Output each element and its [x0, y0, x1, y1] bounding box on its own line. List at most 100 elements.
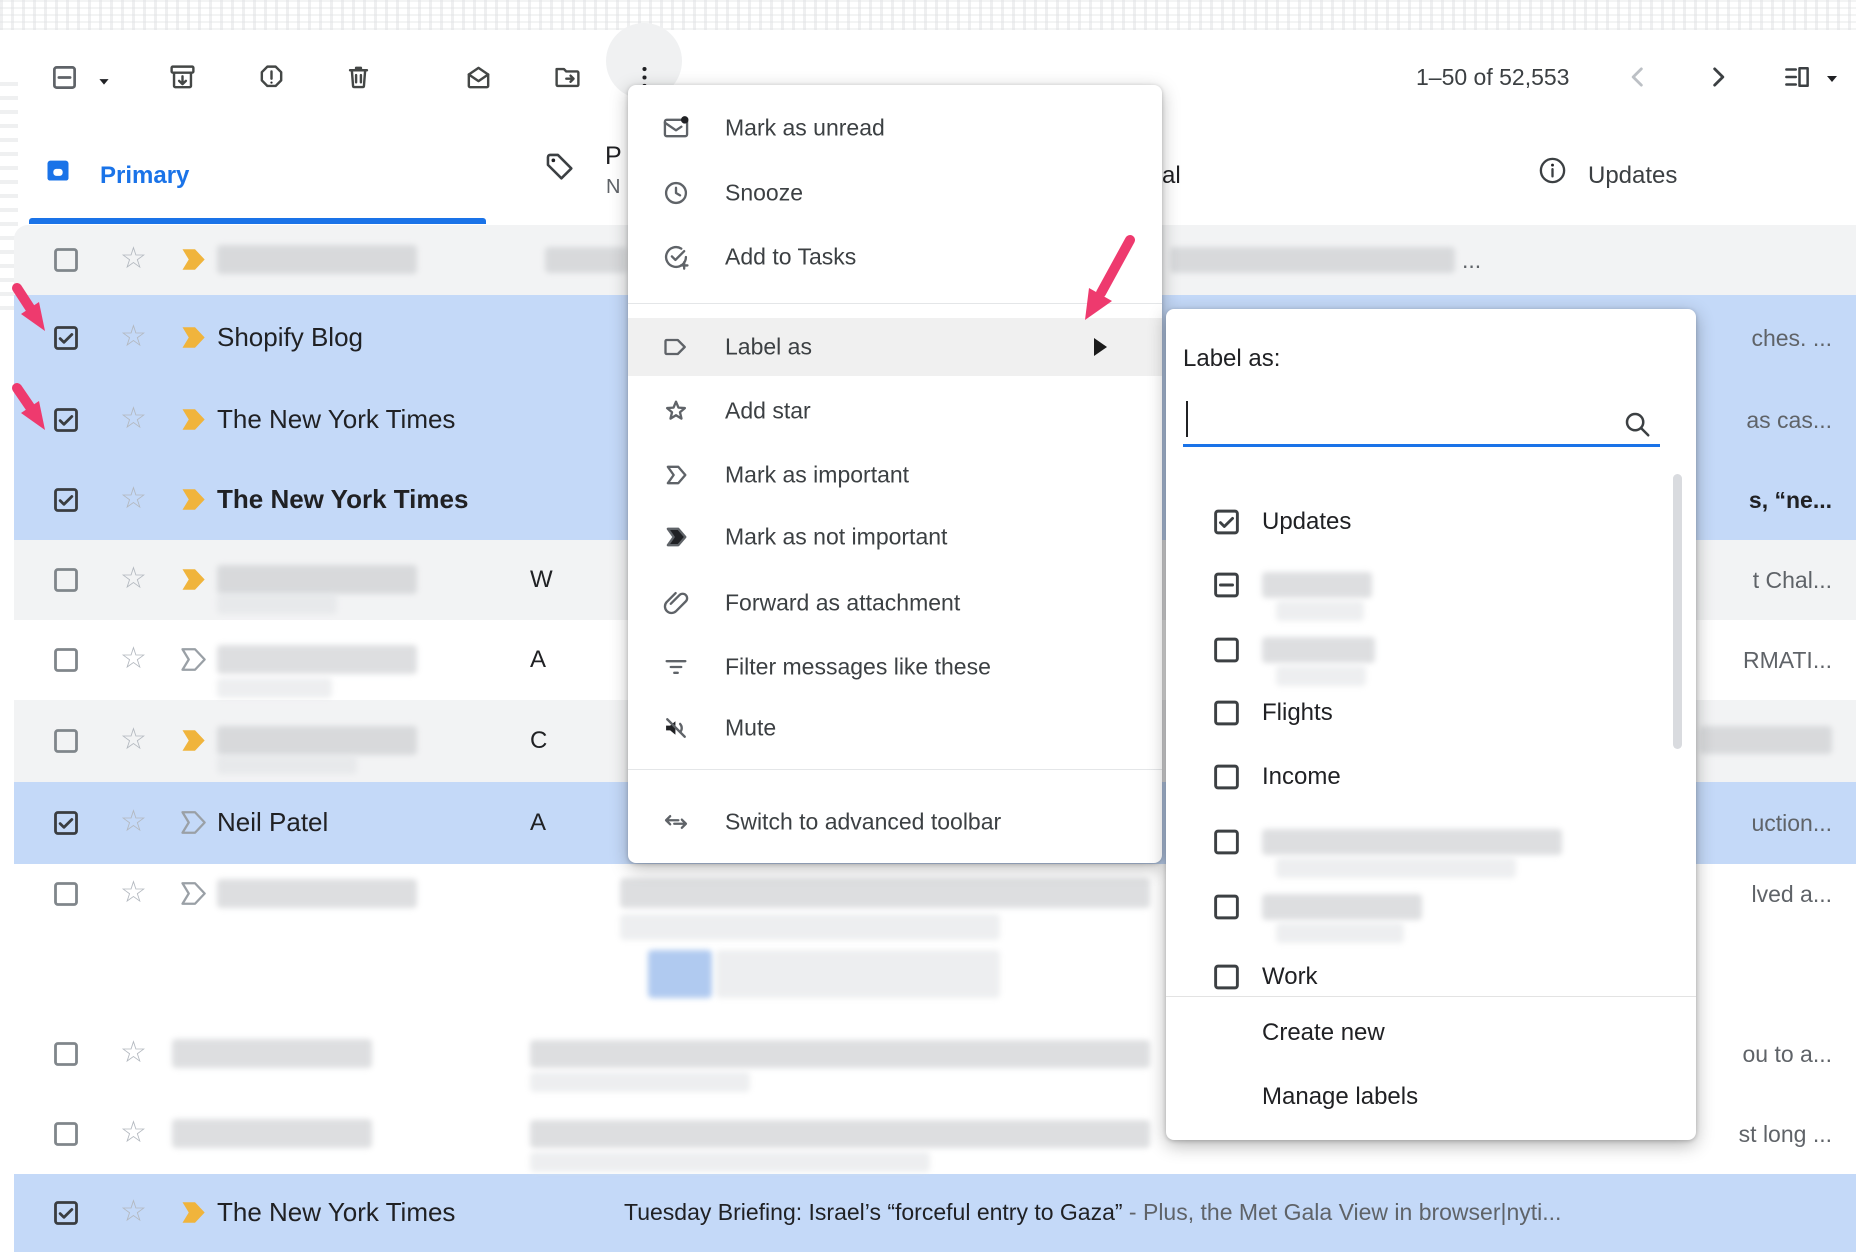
label-option-income[interactable]: Income: [1166, 757, 1696, 797]
star-icon[interactable]: ☆: [120, 1038, 147, 1068]
label-search-input[interactable]: [1183, 444, 1660, 447]
row-checkbox[interactable]: [52, 809, 80, 837]
sender-name: The New York Times: [217, 404, 455, 435]
star-icon[interactable]: ☆: [120, 1197, 147, 1227]
redacted-label-line2: [1276, 666, 1366, 686]
star-icon[interactable]: ☆: [120, 564, 147, 594]
row-checkbox[interactable]: [52, 324, 80, 352]
manage-labels-button[interactable]: Manage labels: [1262, 1083, 1418, 1111]
row-checkbox[interactable]: [52, 246, 80, 274]
label-checkbox[interactable]: [1212, 828, 1241, 857]
menu-item-snooze[interactable]: Snooze: [628, 164, 1162, 222]
menu-item-mark-as-unread[interactable]: Mark as unread: [628, 99, 1162, 157]
menu-item-forward-as-attachment[interactable]: Forward as attachment: [628, 574, 1162, 632]
row-checkbox[interactable]: [52, 880, 80, 908]
star-icon[interactable]: ☆: [120, 404, 147, 434]
star-icon[interactable]: ☆: [120, 322, 147, 352]
row-checkbox[interactable]: [52, 566, 80, 594]
star-icon[interactable]: ☆: [120, 484, 147, 514]
star-icon[interactable]: ☆: [120, 725, 147, 755]
star-icon[interactable]: ☆: [120, 244, 147, 274]
gmail-window: 1–50 of 52,553 PrimaryPNalUpdates ☆...☆S…: [0, 0, 1856, 1252]
label-checkbox[interactable]: [1212, 763, 1241, 792]
importance-marker[interactable]: [180, 407, 210, 432]
menu-item-add-star[interactable]: Add star: [628, 382, 1162, 440]
importance-marker[interactable]: [180, 647, 210, 672]
menu-item-mute[interactable]: Mute: [628, 699, 1162, 757]
redacted-text: [217, 678, 332, 698]
importance-marker[interactable]: [180, 1200, 210, 1225]
importance-marker[interactable]: [180, 325, 210, 350]
important-outline-icon: [662, 461, 690, 489]
label-checkbox[interactable]: [1212, 963, 1241, 992]
importance-marker[interactable]: [180, 810, 210, 835]
menu-item-mark-as-not-important[interactable]: Mark as not important: [628, 508, 1162, 566]
snippet-ellipsis: ...: [1462, 247, 1481, 274]
row-checkbox[interactable]: [52, 1040, 80, 1068]
email-row[interactable]: ☆The New York TimesTuesday Briefing: Isr…: [14, 1174, 1856, 1252]
menu-item-label: Snooze: [725, 180, 803, 207]
star-icon[interactable]: ☆: [120, 807, 147, 837]
redacted-text: [530, 1072, 750, 1092]
menu-item-mark-as-important[interactable]: Mark as important: [628, 446, 1162, 504]
label-name: Income: [1262, 763, 1341, 791]
redacted-text: [620, 878, 1150, 908]
more-options-menu: Mark as unread Snooze Add to Tasks Label as…: [628, 85, 1162, 863]
label-checkbox[interactable]: [1212, 893, 1241, 922]
redacted-label-line2: [1276, 858, 1516, 878]
label-option[interactable]: [1166, 630, 1696, 670]
row-checkbox[interactable]: [52, 727, 80, 755]
redacted-text: [620, 914, 1000, 940]
star-icon[interactable]: ☆: [120, 644, 147, 674]
row-checkbox[interactable]: [52, 1120, 80, 1148]
importance-marker[interactable]: [180, 567, 210, 592]
importance-marker[interactable]: [180, 728, 210, 753]
row-checkbox[interactable]: [52, 486, 80, 514]
sender-name: The New York Times: [217, 1197, 455, 1228]
label-option[interactable]: [1166, 887, 1696, 927]
label-checkbox[interactable]: [1212, 699, 1241, 728]
redacted-text: [1700, 726, 1832, 754]
row-checkbox[interactable]: [52, 1199, 80, 1227]
redacted-text: [648, 950, 712, 998]
subject-fragment: A: [530, 809, 546, 837]
label-option[interactable]: [1166, 565, 1696, 605]
label-as-title: Label as:: [1183, 345, 1280, 373]
sender-name: Shopify Blog: [217, 322, 363, 353]
menu-item-switch-to-advanced-toolbar[interactable]: Switch to advanced toolbar: [628, 793, 1162, 851]
snippet-fragment: ches. ...: [1751, 325, 1832, 352]
menu-item-label: Mute: [725, 715, 776, 742]
label-checkbox[interactable]: [1212, 508, 1241, 537]
menu-item-label: Mark as unread: [725, 115, 885, 142]
search-text-caret: [1186, 401, 1188, 437]
star-icon[interactable]: ☆: [120, 878, 147, 908]
label-name: Updates: [1262, 508, 1351, 536]
menu-item-label-as[interactable]: Label as: [628, 318, 1162, 376]
label-option-updates[interactable]: Updates: [1166, 502, 1696, 542]
filter-icon: [662, 653, 690, 681]
redacted-label-line2: [1276, 923, 1404, 943]
label-option[interactable]: [1166, 822, 1696, 862]
row-checkbox[interactable]: [52, 406, 80, 434]
menu-item-add-to-tasks[interactable]: Add to Tasks: [628, 228, 1162, 286]
redacted-label: [1262, 637, 1375, 663]
importance-marker[interactable]: [180, 487, 210, 512]
label-option-work[interactable]: Work: [1166, 957, 1696, 997]
redacted-sender: [172, 1039, 372, 1068]
star-icon[interactable]: ☆: [120, 1118, 147, 1148]
snippet-fragment: s, “ne...: [1749, 487, 1832, 514]
menu-item-label: Add to Tasks: [725, 244, 856, 271]
important-filled-icon: [662, 523, 690, 551]
menu-item-label: Forward as attachment: [725, 590, 960, 617]
label-checkbox[interactable]: [1212, 636, 1241, 665]
sender-name: Neil Patel: [217, 807, 328, 838]
redacted-text: [217, 756, 357, 774]
importance-marker[interactable]: [180, 881, 210, 906]
row-checkbox[interactable]: [52, 646, 80, 674]
label-checkbox[interactable]: [1212, 571, 1241, 600]
importance-marker[interactable]: [180, 247, 210, 272]
create-new-label-button[interactable]: Create new: [1262, 1019, 1385, 1047]
label-option-flights[interactable]: Flights: [1166, 693, 1696, 733]
snippet-fragment: as cas...: [1746, 407, 1832, 434]
menu-item-filter-messages-like-these[interactable]: Filter messages like these: [628, 638, 1162, 696]
